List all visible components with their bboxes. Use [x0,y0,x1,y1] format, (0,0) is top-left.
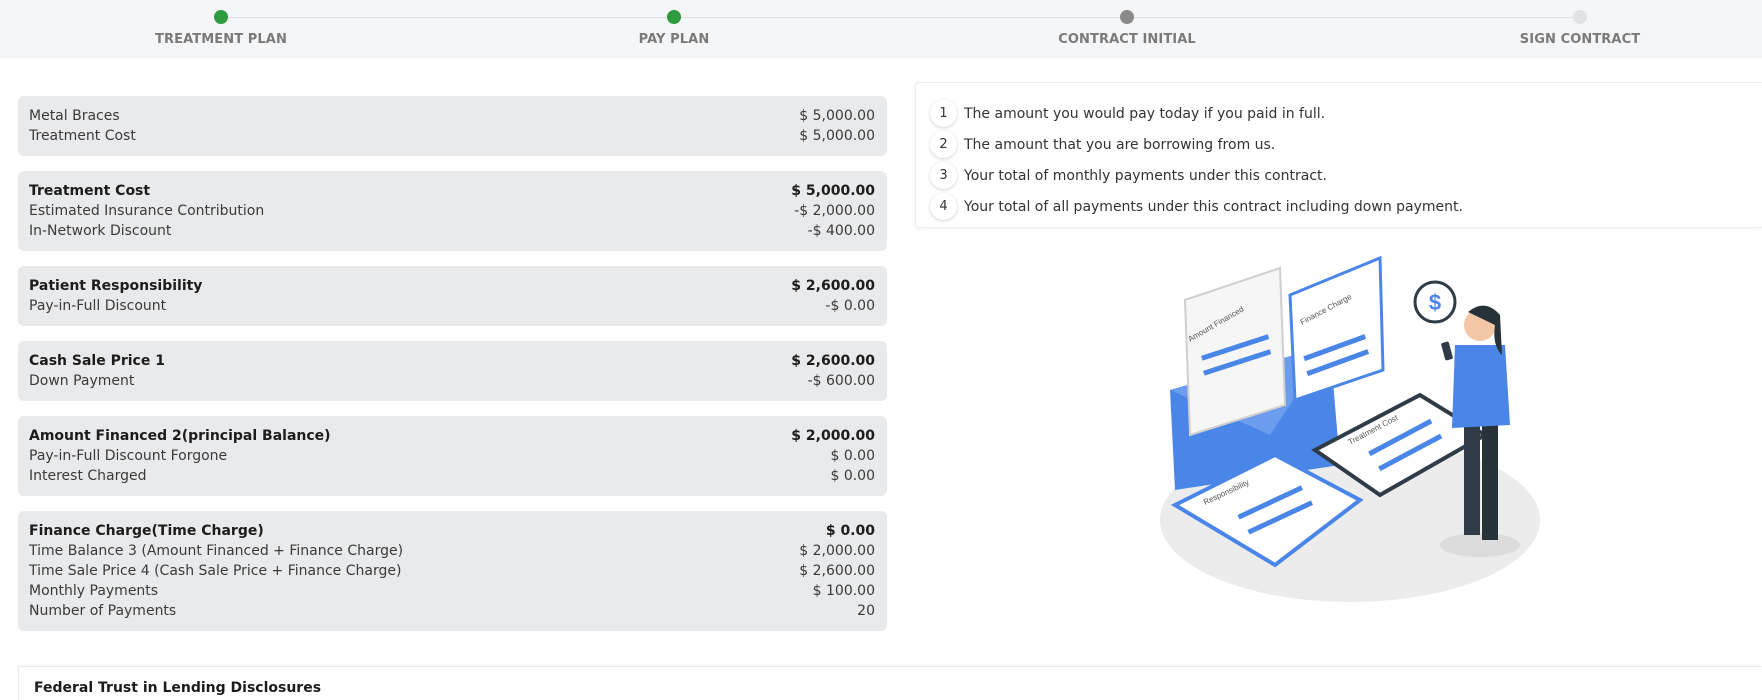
cost-row-total: Amount Financed 2(principal Balance) $ 2,… [29,426,875,446]
legend-number-badge: 1 [930,100,957,127]
legend-number-badge: 3 [930,162,957,189]
cost-row-total: Cash Sale Price 1 $ 2,600.00 [29,351,875,371]
cost-label: Interest Charged [29,468,147,484]
cost-label: Pay-in-Full Discount Forgone [29,448,228,464]
cost-block: Metal Braces $ 5,000.00 Treatment Cost $ 5,… [18,96,887,156]
cost-value: $ 2,000.00 [799,543,875,559]
cost-row: Pay-in-Full Discount Forgone $ 0.00 [29,446,875,466]
cost-value: $ 5,000.00 [799,128,875,144]
cost-label: Treatment Cost [29,128,136,144]
finance-illustration-svg: Amount Financed Finance Charge Treatment… [1160,255,1540,602]
legend-item: 3 Your total of monthly payments under t… [930,160,1762,191]
cost-label: Time Sale Price 4 (Cash Sale Price + Fin… [29,563,402,579]
cost-value: -$ 600.00 [807,373,875,389]
cost-label: Finance Charge(Time Charge) [29,523,264,539]
step-dot [667,10,681,24]
step-dot [1120,10,1134,24]
cost-label: Pay-in-Full Discount [29,298,167,314]
legend-number-badge: 2 [930,131,957,158]
cost-row-total: Finance Charge(Time Charge) $ 0.00 [29,521,875,541]
cost-row: Pay-in-Full Discount -$ 0.00 [29,296,875,316]
cost-label: Down Payment [29,373,135,389]
cost-label: In-Network Discount [29,223,172,239]
cost-value: -$ 0.00 [825,298,875,314]
document-amount-financed: Amount Financed [1183,266,1287,437]
legend-text: The amount that you are borrowing from u… [964,136,1276,153]
cost-row: Metal Braces $ 5,000.00 [29,106,875,126]
cost-value: $ 5,000.00 [791,183,875,199]
legend-text: Your total of monthly payments under thi… [964,167,1327,184]
cost-label: Time Balance 3 (Amount Financed + Financ… [29,543,404,559]
progress-stepper: TREATMENT PLAN PAY PLAN CONTRACT INITIAL… [0,0,1762,58]
cost-label: Patient Responsibility [29,278,203,294]
legend-item: 1 The amount you would pay today if you … [930,98,1762,129]
step-label: PAY PLAN [638,32,710,47]
cost-value: $ 2,600.00 [799,563,875,579]
cost-value: $ 0.00 [830,448,875,464]
cost-label: Estimated Insurance Contribution [29,203,265,219]
step-pay-plan[interactable]: PAY PLAN [544,10,804,47]
cost-row: Treatment Cost $ 5,000.00 [29,126,875,146]
legend-panel: 1 The amount you would pay today if you … [915,82,1762,228]
cost-label: Amount Financed 2(principal Balance) [29,428,331,444]
cost-row: Monthly Payments $ 100.00 [29,581,875,601]
step-label: SIGN CONTRACT [1519,32,1641,47]
step-sign-contract[interactable]: SIGN CONTRACT [1450,10,1710,47]
cost-value: $ 5,000.00 [799,108,875,124]
step-dot [214,10,228,24]
cost-block: Patient Responsibility $ 2,600.00 Pay-in-F… [18,266,887,326]
federal-disclosures-card: Federal Trust in Lending Disclosures [18,666,1762,700]
legend-text: Your total of all payments under this co… [964,198,1463,215]
cost-value: 20 [857,603,875,619]
cost-label: Cash Sale Price 1 [29,353,165,369]
step-label: TREATMENT PLAN [155,32,287,47]
cost-block: Treatment Cost $ 5,000.00 Estimated Insura… [18,171,887,251]
cost-label: Treatment Cost [29,183,151,199]
cost-row: Interest Charged $ 0.00 [29,466,875,486]
step-dot [1573,10,1587,24]
document-finance-charge: Finance Charge [1288,255,1385,403]
cost-row: Time Sale Price 4 (Cash Sale Price + Fin… [29,561,875,581]
cost-value: -$ 400.00 [807,223,875,239]
legend-text: The amount you would pay today if you pa… [964,105,1326,122]
cost-value: $ 0.00 [825,523,875,539]
step-label: CONTRACT INITIAL [1058,32,1196,47]
dollar-speech-bubble-icon: $ [1413,280,1457,324]
cost-row: Estimated Insurance Contribution -$ 2,000… [29,201,875,221]
cost-value: -$ 2,000.00 [794,203,875,219]
cost-value: $ 2,600.00 [791,278,875,294]
federal-disclosures-title: Federal Trust in Lending Disclosures [34,680,322,696]
step-treatment-plan[interactable]: TREATMENT PLAN [91,10,351,47]
cost-block: Amount Financed 2(principal Balance) $ 2,… [18,416,887,496]
cost-row: Number of Payments 20 [29,601,875,621]
cost-value: $ 100.00 [812,583,875,599]
cost-row-total: Patient Responsibility $ 2,600.00 [29,276,875,296]
cost-summary: Metal Braces $ 5,000.00 Treatment Cost $ 5,… [18,96,887,646]
svg-text:$: $ [1429,290,1441,315]
finance-illustration: Amount Financed Finance Charge Treatment… [1150,250,1550,605]
stepper-track [221,17,1581,18]
legend-item: 2 The amount that you are borrowing from… [930,129,1762,160]
cost-value: $ 2,600.00 [791,353,875,369]
cost-row-total: Treatment Cost $ 5,000.00 [29,181,875,201]
cost-row: In-Network Discount -$ 400.00 [29,221,875,241]
cost-row: Down Payment -$ 600.00 [29,371,875,391]
cost-block: Finance Charge(Time Charge) $ 0.00 Time Ba… [18,511,887,631]
legend-number-badge: 4 [930,193,957,220]
cost-value: $ 0.00 [830,468,875,484]
cost-label: Metal Braces [29,108,120,124]
cost-value: $ 2,000.00 [791,428,875,444]
cost-row: Time Balance 3 (Amount Financed + Financ… [29,541,875,561]
cost-label: Number of Payments [29,603,177,619]
step-contract-initial[interactable]: CONTRACT INITIAL [997,10,1257,47]
cost-block: Cash Sale Price 1 $ 2,600.00 Down Payment -… [18,341,887,401]
cost-label: Monthly Payments [29,583,159,599]
legend-item: 4 Your total of all payments under this … [930,191,1762,222]
